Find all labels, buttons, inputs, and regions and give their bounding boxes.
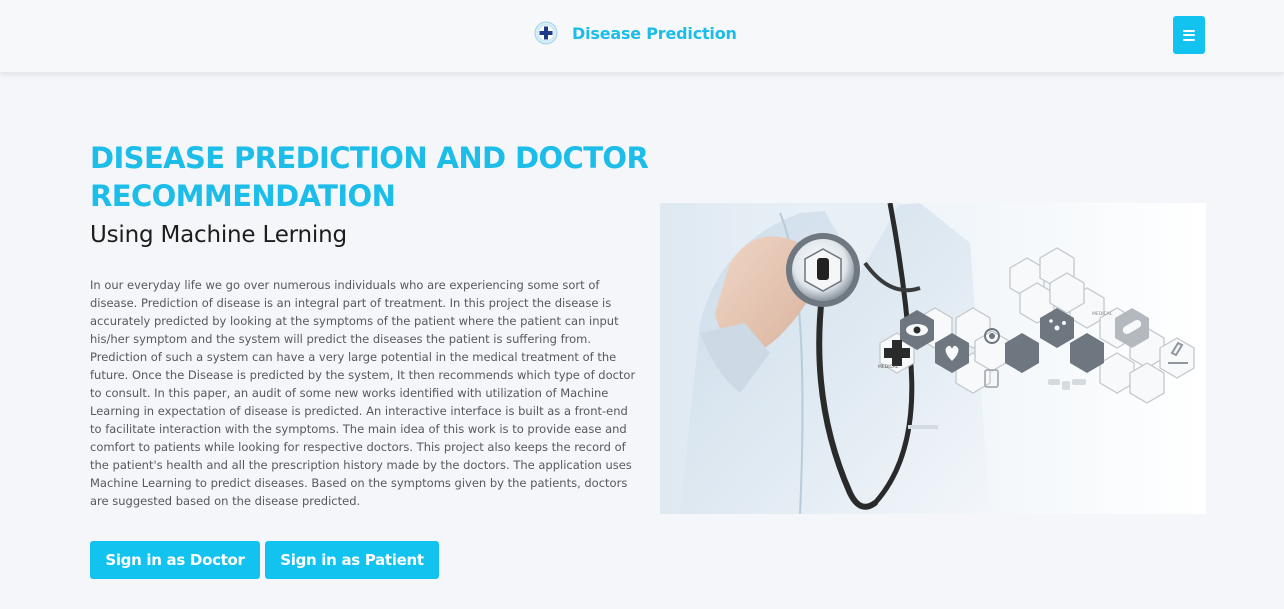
brand-title: Disease Prediction — [572, 23, 737, 43]
brand-link[interactable]: Disease Prediction — [534, 20, 737, 46]
hero-subtitle: Using Machine Lerning — [90, 222, 347, 248]
sign-in-patient-button[interactable]: Sign in as Patient — [265, 541, 439, 579]
navbar: Disease Prediction — [0, 0, 1284, 73]
hero-description: In our everyday life we go over numerous… — [90, 278, 636, 508]
medical-cross-icon — [534, 21, 558, 45]
doctor-stethoscope-illustration: MEDICAL MEDICAL — [660, 203, 1206, 514]
menu-toggle-button[interactable] — [1173, 16, 1205, 54]
hero-title: DISEASE PREDICTION AND DOCTOR RECOMMENDA… — [90, 141, 649, 213]
hex-label-left: MEDICAL — [878, 364, 899, 370]
hex-label-right: MEDICAL — [1092, 311, 1113, 317]
sign-in-doctor-button[interactable]: Sign in as Doctor — [90, 541, 260, 579]
hamburger-menu-icon — [1183, 29, 1195, 41]
hero-image: MEDICAL MEDICAL — [660, 203, 1206, 514]
